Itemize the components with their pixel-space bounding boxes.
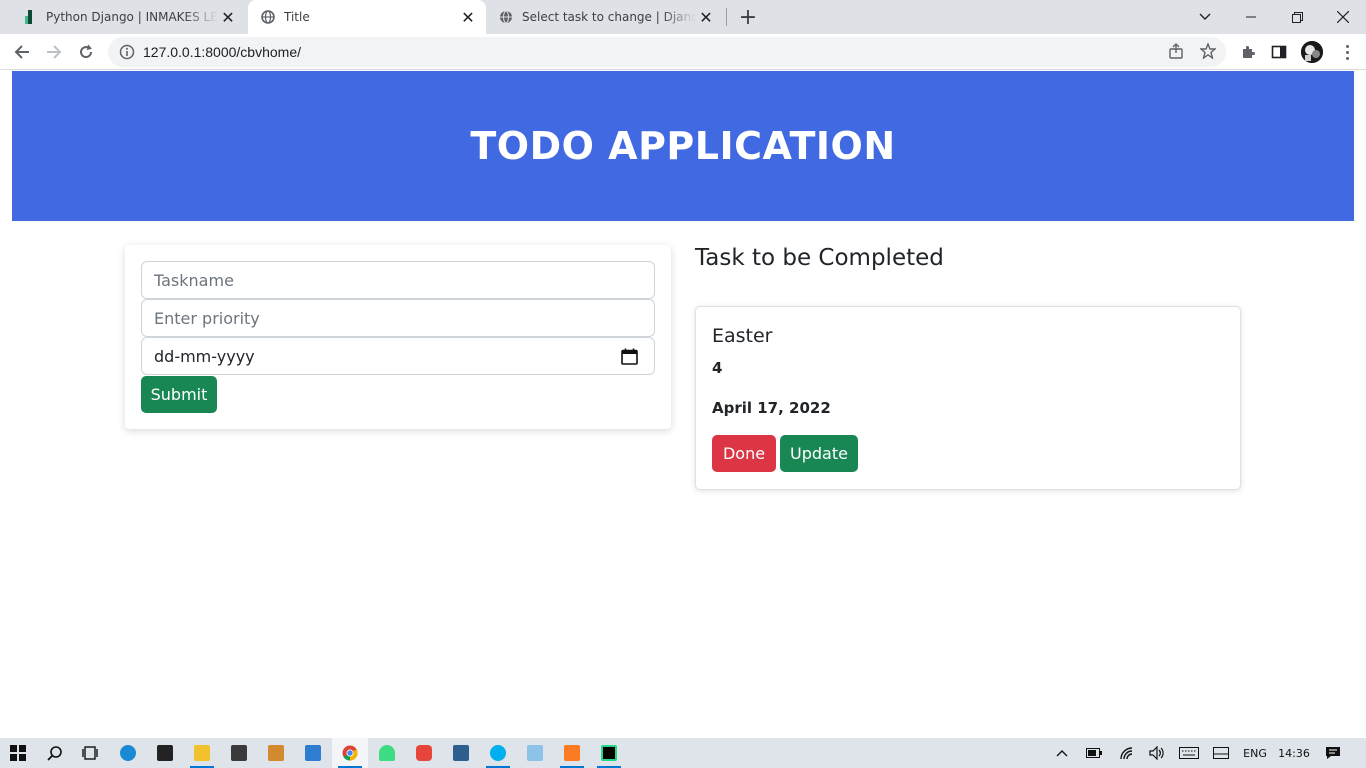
file-explorer-icon[interactable] xyxy=(184,738,220,768)
tab-title: Title xyxy=(284,10,310,24)
calendar-icon[interactable] xyxy=(621,348,638,365)
taskname-placeholder: Taskname xyxy=(154,270,234,290)
submit-button[interactable]: Submit xyxy=(141,376,217,413)
windows-start-icon[interactable] xyxy=(0,738,36,768)
task-name: Easter xyxy=(712,325,773,347)
page-header: TODO APPLICATION xyxy=(12,71,1354,221)
skype-icon[interactable] xyxy=(480,738,516,768)
python-idle-icon[interactable] xyxy=(443,738,479,768)
store-icon[interactable] xyxy=(147,738,183,768)
globe-icon xyxy=(260,9,276,25)
puzzle-icon[interactable] xyxy=(1235,39,1261,65)
language-indicator[interactable]: ENG xyxy=(1238,738,1272,768)
chrome-icon[interactable] xyxy=(332,738,368,768)
restore-icon[interactable] xyxy=(1274,0,1320,34)
display-icon[interactable] xyxy=(1211,738,1231,768)
info-icon[interactable] xyxy=(119,44,135,60)
mail-icon[interactable] xyxy=(221,738,257,768)
page-title: TODO APPLICATION xyxy=(470,124,896,168)
wifi-icon[interactable] xyxy=(1117,738,1137,768)
update-button[interactable]: Update xyxy=(780,435,858,472)
date-input[interactable]: dd-mm-yyyy xyxy=(141,337,655,375)
notepad-icon[interactable] xyxy=(517,738,553,768)
notifications-icon[interactable] xyxy=(1322,738,1344,768)
address-bar[interactable]: 127.0.0.1:8000/cbvhome/ xyxy=(108,37,1226,67)
taskview-icon[interactable] xyxy=(72,738,108,768)
browser-tabstrip: Python Django | INMAKES LEARN ✕ Title ✕ … xyxy=(0,0,1366,34)
forward-arrow-icon[interactable] xyxy=(40,38,68,66)
star-icon[interactable] xyxy=(1198,41,1218,61)
tab-python-django[interactable]: Python Django | INMAKES LEARN ✕ xyxy=(10,0,246,34)
chevron-down-icon[interactable] xyxy=(1182,0,1228,34)
task-form-card: Taskname Enter priority dd-mm-yyyy Submi… xyxy=(125,245,671,429)
task-date: April 17, 2022 xyxy=(712,399,831,417)
tab-select-task[interactable]: Select task to change | Django sit ✕ xyxy=(486,0,724,34)
share-icon[interactable] xyxy=(1166,41,1186,61)
battery-icon[interactable] xyxy=(1084,738,1104,768)
date-value: dd-mm-yyyy xyxy=(154,346,255,366)
edge-icon[interactable] xyxy=(110,738,146,768)
menu-kebab-icon[interactable] xyxy=(1337,42,1357,62)
tab-title: Python Django | INMAKES LEARN xyxy=(46,10,218,24)
sidepanel-icon[interactable] xyxy=(1266,39,1292,65)
page-viewport: TODO APPLICATION Taskname Enter priority… xyxy=(0,71,1366,738)
globe-icon xyxy=(498,9,514,25)
search-icon[interactable] xyxy=(37,738,73,768)
done-button[interactable]: Done xyxy=(712,435,776,472)
task-priority: 4 xyxy=(712,359,723,377)
minimize-icon[interactable] xyxy=(1228,0,1274,34)
priority-input[interactable]: Enter priority xyxy=(141,299,655,337)
close-icon[interactable]: ✕ xyxy=(218,7,238,27)
red-app-icon[interactable] xyxy=(406,738,442,768)
taskname-input[interactable]: Taskname xyxy=(141,261,655,299)
sublime-icon[interactable] xyxy=(258,738,294,768)
task-card: Easter 4 April 17, 2022 Done Update xyxy=(695,306,1241,490)
tab-title-active[interactable]: Title ✕ xyxy=(248,0,486,34)
tab-title: Select task to change | Django sit xyxy=(522,10,696,24)
close-window-icon[interactable] xyxy=(1320,0,1366,34)
keyboard-icon[interactable] xyxy=(1177,738,1201,768)
windows-taskbar: ENG 14:36 xyxy=(0,738,1366,768)
reload-icon[interactable] xyxy=(72,38,100,66)
pycharm-icon[interactable] xyxy=(591,738,627,768)
avatar[interactable] xyxy=(1301,41,1323,63)
tab-separator xyxy=(726,8,727,26)
speaker-icon[interactable] xyxy=(1147,738,1167,768)
app-window-icon[interactable] xyxy=(295,738,331,768)
close-icon[interactable]: ✕ xyxy=(458,7,478,27)
django-favicon xyxy=(22,9,38,25)
page-scrollbar[interactable] xyxy=(1354,71,1366,738)
back-arrow-icon[interactable] xyxy=(8,38,36,66)
chevron-up-icon[interactable] xyxy=(1052,738,1072,768)
close-icon[interactable]: ✕ xyxy=(696,7,716,27)
task-section-title: Task to be Completed xyxy=(695,245,944,271)
plus-icon[interactable]: + xyxy=(736,5,760,30)
priority-placeholder: Enter priority xyxy=(154,308,260,328)
android-studio-icon[interactable] xyxy=(369,738,405,768)
url-text: 127.0.0.1:8000/cbvhome/ xyxy=(143,44,302,60)
xampp-icon[interactable] xyxy=(554,738,590,768)
browser-toolbar: 127.0.0.1:8000/cbvhome/ xyxy=(0,34,1366,70)
clock[interactable]: 14:36 xyxy=(1276,738,1312,768)
